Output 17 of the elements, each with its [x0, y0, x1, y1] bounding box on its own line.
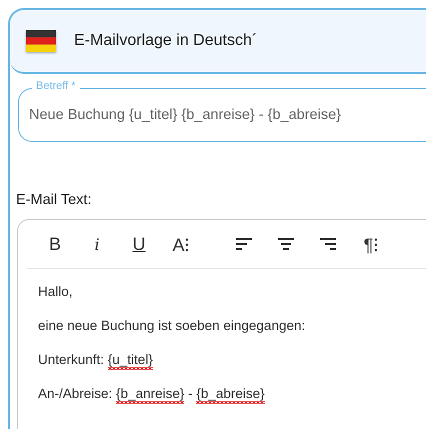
- body-label: E-Mail Text:: [16, 192, 92, 208]
- body-text-line: An-/Abreise: {b_anreise} - {b_abreise}: [38, 385, 426, 402]
- text-button[interactable]: ¶⁝: [350, 228, 392, 260]
- header-title: E-Mailvorlage in Deutsch´: [74, 32, 258, 50]
- bold-button[interactable]: B: [34, 228, 76, 260]
- body-text-line: Hallo,: [38, 283, 74, 300]
- align-left-icon: [236, 238, 254, 250]
- body-text-line: eine neue Buchung ist soeben eingegangen:: [38, 317, 306, 334]
- body-text-line: Unterkunft: {u_titel}: [38, 351, 426, 368]
- subject-field[interactable]: Neue Buchung {u_titel} {b_anreise} - {b_abreise}: [18, 88, 426, 142]
- subject-label: Betreff *: [32, 80, 80, 92]
- align-center-icon: [278, 238, 296, 250]
- underline-button[interactable]: U: [118, 228, 160, 260]
- text-button[interactable]: A⁝: [160, 228, 202, 260]
- italic-button[interactable]: i: [76, 228, 118, 260]
- german-flag-icon: [26, 30, 56, 52]
- align-right-icon: [320, 238, 338, 250]
